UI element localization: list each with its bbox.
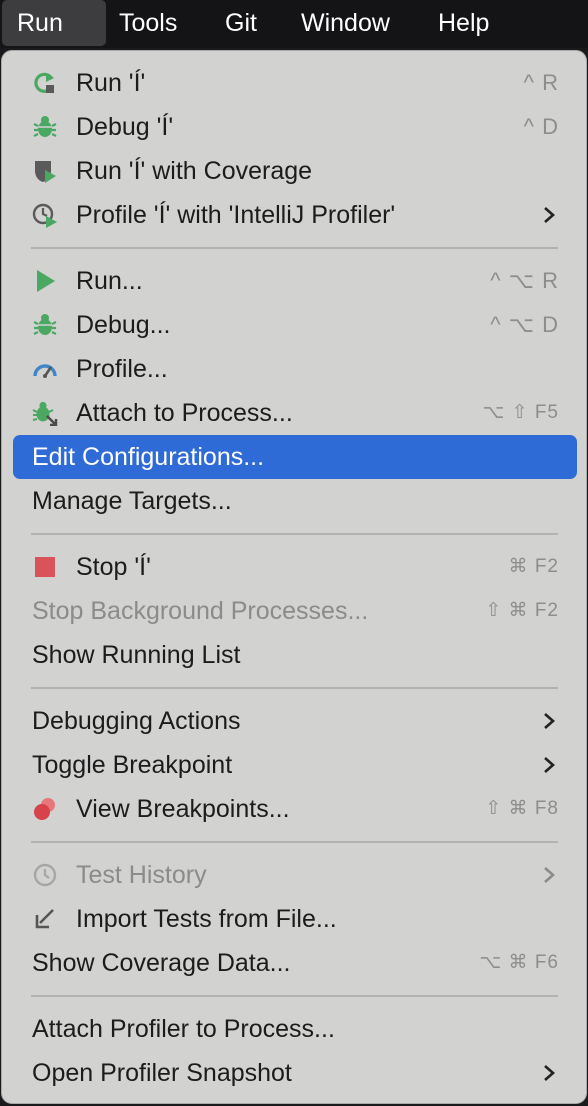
coverage-shield-icon bbox=[32, 158, 58, 184]
shortcut-text: ⇧ ⌘ F2 bbox=[485, 600, 559, 621]
shortcut-text: ⌘ F2 bbox=[508, 556, 559, 577]
menu-item-manage-targets[interactable]: Manage Targets... bbox=[13, 479, 577, 523]
shortcut-text: ⇧ ⌘ F8 bbox=[485, 798, 559, 819]
menu-item-label: Debug 'Í' bbox=[76, 113, 174, 141]
submenu-chevron-icon bbox=[541, 866, 557, 884]
menu-item-attach-profiler[interactable]: Attach Profiler to Process... bbox=[13, 1007, 577, 1051]
menubar-window[interactable]: Window bbox=[286, 0, 405, 46]
menu-item-test-history[interactable]: Test History bbox=[13, 853, 577, 897]
menu-separator bbox=[31, 247, 558, 249]
menu-item-label: Debug... bbox=[76, 311, 171, 339]
menu-item-profile-with-profiler[interactable]: Profile 'Í' with 'IntelliJ Profiler' bbox=[13, 193, 577, 237]
shortcut-text: ⌥ ⇧ F5 bbox=[482, 402, 559, 423]
rerun-icon bbox=[32, 70, 58, 96]
debug-bug-icon bbox=[32, 312, 58, 338]
menu-item-label: Edit Configurations... bbox=[32, 443, 265, 471]
menu-item-run[interactable]: Run... ^ ⌥ R bbox=[13, 259, 577, 303]
run-menu-dropdown: Run 'Í' ^ R Debug 'Í' ^ D Run 'Í' with C… bbox=[1, 50, 587, 1104]
menu-item-profile[interactable]: Profile... bbox=[13, 347, 577, 391]
play-icon bbox=[32, 268, 58, 294]
menu-item-toggle-breakpoint[interactable]: Toggle Breakpoint bbox=[13, 743, 577, 787]
menu-separator bbox=[31, 533, 558, 535]
menu-item-label: Show Running List bbox=[32, 641, 241, 669]
breakpoints-icon bbox=[32, 796, 58, 822]
menu-item-stop[interactable]: Stop 'Í' ⌘ F2 bbox=[13, 545, 577, 589]
submenu-chevron-icon bbox=[541, 206, 557, 224]
profiler-clock-icon bbox=[32, 202, 58, 228]
shortcut-text: ⌥ ⌘ F6 bbox=[479, 952, 559, 973]
menu-item-label: Run... bbox=[76, 267, 143, 295]
debug-bug-icon bbox=[32, 114, 58, 140]
menu-bar: Run Tools Git Window Help bbox=[0, 0, 588, 48]
menu-item-attach-to-process[interactable]: Attach to Process... ⌥ ⇧ F5 bbox=[13, 391, 577, 435]
menubar-run[interactable]: Run bbox=[2, 0, 106, 46]
attach-bug-icon bbox=[32, 400, 58, 426]
menu-item-label: Attach to Process... bbox=[76, 399, 293, 427]
menubar-git[interactable]: Git bbox=[210, 0, 272, 46]
menu-item-label: Import Tests from File... bbox=[76, 905, 337, 933]
menu-item-label: Debugging Actions bbox=[32, 707, 241, 735]
menu-item-label: Attach Profiler to Process... bbox=[32, 1015, 335, 1043]
menu-item-label: Show Coverage Data... bbox=[32, 949, 291, 977]
submenu-chevron-icon bbox=[541, 756, 557, 774]
menu-item-label: Run 'Í' with Coverage bbox=[76, 157, 313, 185]
menu-item-label: Stop Background Processes... bbox=[32, 597, 369, 625]
menu-item-debug[interactable]: Debug... ^ ⌥ D bbox=[13, 303, 577, 347]
menu-separator bbox=[31, 841, 558, 843]
shortcut-text: ^ ⌥ D bbox=[490, 312, 559, 337]
submenu-chevron-icon bbox=[541, 712, 557, 730]
submenu-chevron-icon bbox=[541, 1064, 557, 1082]
menu-separator bbox=[31, 687, 558, 689]
menu-item-debugging-actions[interactable]: Debugging Actions bbox=[13, 699, 577, 743]
menu-item-edit-configurations[interactable]: Edit Configurations... bbox=[13, 435, 577, 479]
menu-separator bbox=[31, 995, 558, 997]
menu-item-open-profiler-snapshot[interactable]: Open Profiler Snapshot bbox=[13, 1051, 577, 1095]
menu-item-label: Toggle Breakpoint bbox=[32, 751, 233, 779]
menu-item-label: Test History bbox=[76, 861, 207, 889]
menu-item-label: View Breakpoints... bbox=[76, 795, 290, 823]
menu-item-label: Stop 'Í' bbox=[76, 553, 151, 581]
menubar-tools[interactable]: Tools bbox=[104, 0, 192, 46]
shortcut-text: ^ ⌥ R bbox=[490, 268, 559, 293]
menu-item-label: Profile... bbox=[76, 355, 168, 383]
menu-item-run-current[interactable]: Run 'Í' ^ R bbox=[13, 61, 577, 105]
menu-item-run-with-coverage[interactable]: Run 'Í' with Coverage bbox=[13, 149, 577, 193]
menu-item-view-breakpoints[interactable]: View Breakpoints... ⇧ ⌘ F8 bbox=[13, 787, 577, 831]
shortcut-text: ^ R bbox=[523, 70, 559, 95]
import-arrow-icon bbox=[32, 906, 58, 932]
menu-item-label: Manage Targets... bbox=[32, 487, 232, 515]
menu-item-stop-background-processes[interactable]: Stop Background Processes... ⇧ ⌘ F2 bbox=[13, 589, 577, 633]
menubar-help[interactable]: Help bbox=[423, 0, 504, 46]
shortcut-text: ^ D bbox=[523, 114, 559, 139]
menu-item-label: Profile 'Í' with 'IntelliJ Profiler' bbox=[76, 201, 396, 229]
menu-item-show-running-list[interactable]: Show Running List bbox=[13, 633, 577, 677]
history-clock-icon bbox=[32, 862, 58, 888]
menu-item-debug-current[interactable]: Debug 'Í' ^ D bbox=[13, 105, 577, 149]
stop-square-icon bbox=[32, 554, 58, 580]
speedometer-icon bbox=[32, 356, 58, 382]
menu-item-import-tests[interactable]: Import Tests from File... bbox=[13, 897, 577, 941]
menu-item-label: Run 'Í' bbox=[76, 69, 146, 97]
menu-item-show-coverage-data[interactable]: Show Coverage Data... ⌥ ⌘ F6 bbox=[13, 941, 577, 985]
menu-item-label: Open Profiler Snapshot bbox=[32, 1059, 292, 1087]
